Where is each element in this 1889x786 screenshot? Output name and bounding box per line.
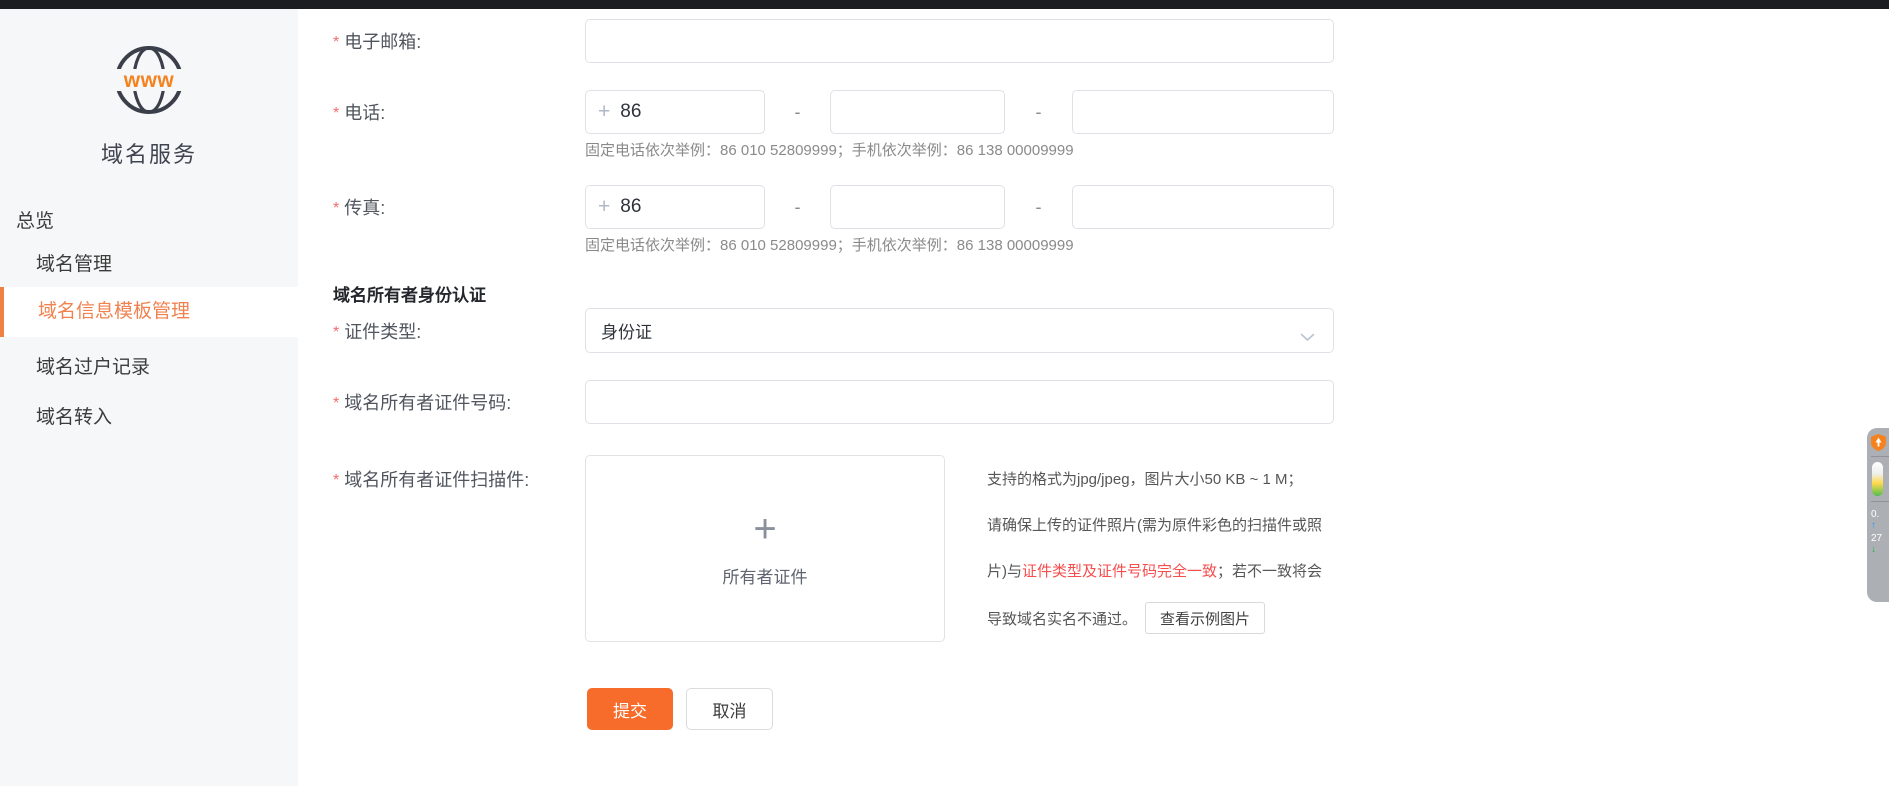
sidebar-item-transfer-in[interactable]: 域名转入 <box>0 402 298 429</box>
fax-row: * 传真: + - - <box>333 185 1334 229</box>
help-line-2: 请确保上传的证件照片(需为原件彩色的扫描件或照 <box>987 515 1377 536</box>
phone-input-group: + - - <box>585 90 1334 134</box>
submit-button[interactable]: 提交 <box>587 688 673 730</box>
phone-country-code-box[interactable]: + <box>585 90 765 134</box>
page: www 域名服务 总览 域名管理 域名信息模板管理 域名过户记录 域名转入 * … <box>0 0 1889 786</box>
cert-number-input[interactable] <box>585 380 1334 424</box>
floating-widget[interactable]: 0. ↑ 27 ↓ <box>1867 428 1889 602</box>
cert-number-label: * 域名所有者证件号码: <box>333 389 585 415</box>
phone-hint: 固定电话依次举例：86 010 52809999；手机依次举例：86 138 0… <box>585 139 1074 160</box>
sidebar: www 域名服务 总览 域名管理 域名信息模板管理 域名过户记录 域名转入 <box>0 9 298 786</box>
required-asterisk: * <box>333 105 339 123</box>
widget-divider <box>1871 501 1889 502</box>
help-line-1: 支持的格式为jpg/jpeg，图片大小50 KB ~ 1 M； <box>987 469 1377 490</box>
required-asterisk: * <box>333 472 339 490</box>
status-capsule <box>1872 462 1883 496</box>
up-arrow-icon: ↑ <box>1871 520 1879 531</box>
cert-type-select[interactable]: 身份证 <box>585 308 1334 353</box>
view-example-button[interactable]: 查看示例图片 <box>1145 602 1265 634</box>
fax-label: * 传真: <box>333 194 585 220</box>
phone-dash-separator: - <box>1005 102 1072 123</box>
fax-number-input[interactable] <box>1072 185 1334 229</box>
help-line-3-highlight: 证件类型及证件号码完全一致 <box>1022 563 1217 580</box>
phone-dash-separator: - <box>765 102 830 123</box>
sidebar-title: 域名服务 <box>0 137 298 169</box>
globe-www-icon: www <box>112 43 186 117</box>
cert-type-selected-value: 身份证 <box>601 318 652 343</box>
cert-scan-label: * 域名所有者证件扫描件: <box>333 455 585 492</box>
fax-country-code-input[interactable] <box>620 196 730 218</box>
cert-type-label: * 证件类型: <box>333 318 585 344</box>
cancel-button[interactable]: 取消 <box>686 688 773 730</box>
svg-text:www: www <box>123 69 175 92</box>
widget-divider <box>1871 456 1889 457</box>
fax-hint: 固定电话依次举例：86 010 52809999；手机依次举例：86 138 0… <box>585 234 1074 255</box>
cert-type-label-text: 证件类型: <box>344 318 421 344</box>
cert-scan-row: * 域名所有者证件扫描件: + 所有者证件 <box>333 455 945 642</box>
help-line-4-text: 导致域名实名不通过。 <box>987 608 1137 629</box>
help-line-4: 导致域名实名不通过。 查看示例图片 <box>987 602 1377 634</box>
identity-section-title: 域名所有者身份认证 <box>333 281 486 306</box>
required-asterisk: * <box>333 200 339 218</box>
chevron-down-icon <box>1300 327 1315 347</box>
phone-label-text: 电话: <box>344 99 385 125</box>
email-label-text: 电子邮箱: <box>344 28 421 54</box>
sidebar-item-domain-info-template[interactable]: 域名信息模板管理 <box>0 287 298 337</box>
cert-scan-upload[interactable]: + 所有者证件 <box>585 455 945 642</box>
fax-input-group: + - - <box>585 185 1334 229</box>
phone-row: * 电话: + - - <box>333 90 1334 134</box>
logo: www <box>0 43 298 117</box>
sidebar-item-domain-management[interactable]: 域名管理 <box>0 249 298 276</box>
cert-type-row: * 证件类型: 身份证 <box>333 308 1334 353</box>
sidebar-item-transfer-records[interactable]: 域名过户记录 <box>0 352 298 379</box>
required-asterisk: * <box>333 34 339 52</box>
fax-area-input[interactable] <box>830 185 1005 229</box>
help-line-3-post: ；若不一致将会 <box>1217 563 1322 580</box>
down-arrow-icon: ↓ <box>1871 544 1882 555</box>
required-asterisk: * <box>333 324 339 342</box>
upload-box-text: 所有者证件 <box>723 563 808 588</box>
help-line-3-pre: 片)与 <box>987 563 1022 580</box>
email-label: * 电子邮箱: <box>333 28 585 54</box>
download-speed: 27 ↓ <box>1871 533 1882 555</box>
cert-number-row: * 域名所有者证件号码: <box>333 380 1334 424</box>
required-asterisk: * <box>333 395 339 413</box>
sidebar-item-overview[interactable]: 总览 <box>0 206 298 233</box>
email-row: * 电子邮箱: <box>333 19 1334 63</box>
plus-icon: + <box>753 509 776 549</box>
email-input[interactable] <box>585 19 1334 63</box>
upload-speed-value: 0. <box>1871 509 1879 520</box>
fax-label-text: 传真: <box>344 194 385 220</box>
cert-number-label-text: 域名所有者证件号码: <box>344 389 511 415</box>
upload-help-text: 支持的格式为jpg/jpeg，图片大小50 KB ~ 1 M； 请确保上传的证件… <box>987 455 1377 634</box>
plus-prefix-icon: + <box>598 100 610 124</box>
help-line-3: 片)与证件类型及证件号码完全一致；若不一致将会 <box>987 561 1377 582</box>
top-bar <box>0 0 1889 9</box>
cert-scan-label-text: 域名所有者证件扫描件: <box>344 466 529 492</box>
fax-dash-separator: - <box>765 197 830 218</box>
fax-dash-separator: - <box>1005 197 1072 218</box>
download-speed-value: 27 <box>1871 533 1882 544</box>
upload-speed: 0. ↑ <box>1871 509 1879 531</box>
phone-number-input[interactable] <box>1072 90 1334 134</box>
phone-label: * 电话: <box>333 99 585 125</box>
phone-area-input[interactable] <box>830 90 1005 134</box>
plus-prefix-icon: + <box>598 195 610 219</box>
security-shield-icon <box>1871 434 1886 451</box>
form-actions: 提交 取消 <box>587 688 773 730</box>
phone-country-code-input[interactable] <box>620 101 730 123</box>
fax-country-code-box[interactable]: + <box>585 185 765 229</box>
